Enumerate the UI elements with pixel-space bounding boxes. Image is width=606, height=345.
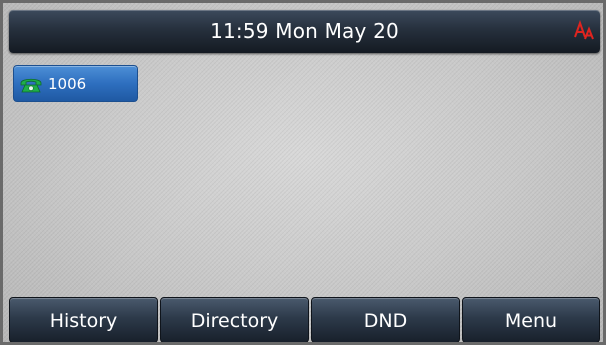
date-time: 11:59 Mon May 20 xyxy=(210,19,399,43)
font-size-icon[interactable] xyxy=(574,19,596,41)
softkey-bar: History Directory DND Menu xyxy=(9,297,600,342)
status-bar: 11:59 Mon May 20 xyxy=(9,10,600,53)
menu-softkey[interactable]: Menu xyxy=(462,297,600,342)
dnd-softkey[interactable]: DND xyxy=(311,297,460,342)
history-softkey[interactable]: History xyxy=(9,297,158,342)
directory-softkey[interactable]: Directory xyxy=(160,297,309,342)
phone-handset-icon xyxy=(20,78,42,93)
line-key-1006[interactable]: 1006 xyxy=(13,65,138,102)
background-texture xyxy=(3,3,603,342)
line-key-label: 1006 xyxy=(48,75,87,93)
phone-screen: 11:59 Mon May 20 1006 History Directory … xyxy=(0,0,606,345)
